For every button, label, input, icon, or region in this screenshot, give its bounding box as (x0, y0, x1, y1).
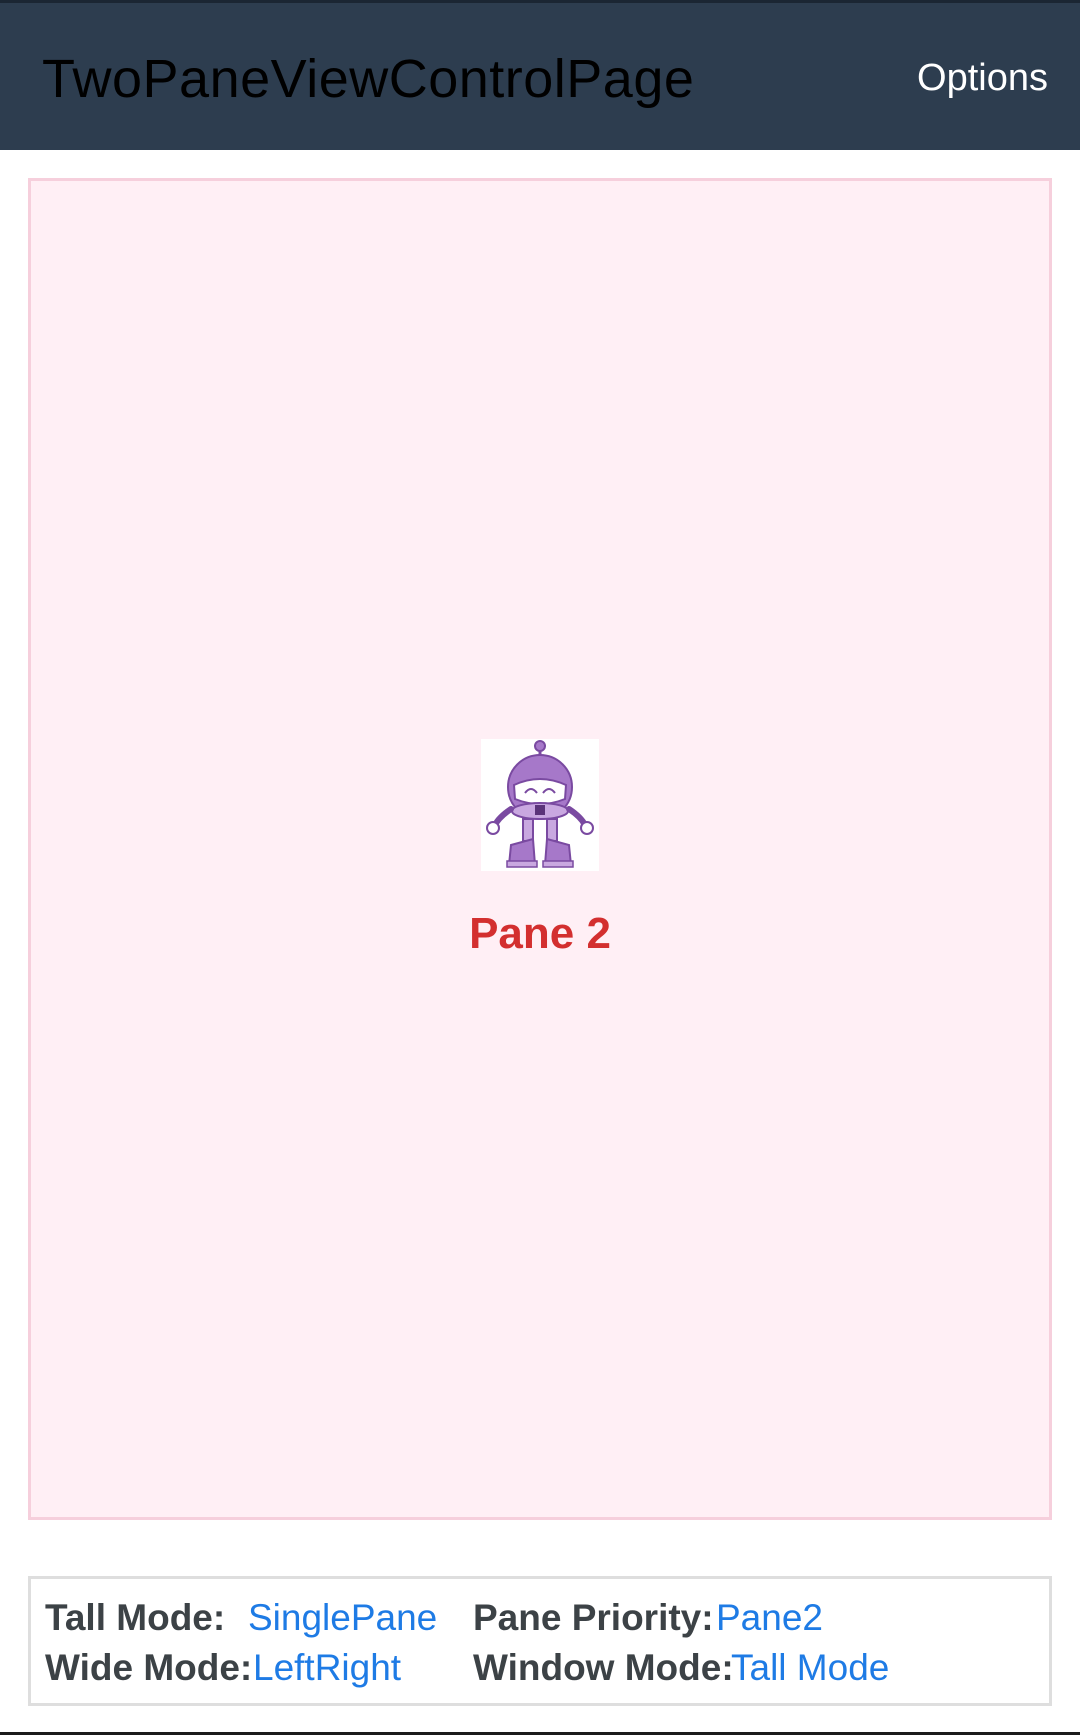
pane-content: Pane 2 (31, 739, 1049, 960)
window-mode-value[interactable]: Tall Mode (731, 1643, 889, 1693)
dotnet-bot-icon (481, 739, 599, 871)
page-title: TwoPaneViewControlPage (42, 49, 695, 109)
options-button[interactable]: Options (917, 53, 1048, 103)
wide-mode-value[interactable]: LeftRight (253, 1643, 401, 1693)
app-bar: TwoPaneViewControlPage Options (0, 0, 1080, 150)
window-mode-label: Window Mode: (473, 1647, 734, 1688)
pane-2: Pane 2 (28, 178, 1052, 1520)
pane-priority-value[interactable]: Pane2 (716, 1593, 823, 1643)
tall-mode-value[interactable]: SinglePane (248, 1593, 437, 1643)
pane-title: Pane 2 (469, 909, 611, 958)
pane-priority-label: Pane Priority: (473, 1597, 714, 1638)
settings-info-box: Tall Mode: SinglePane Pane Priority: Pan… (28, 1576, 1052, 1706)
wide-mode-label: Wide Mode: (45, 1647, 253, 1688)
tall-mode-label: Tall Mode: (45, 1597, 226, 1638)
info-row-2: Wide Mode: LeftRight Window Mode: Tall M… (45, 1643, 1035, 1693)
info-row-1: Tall Mode: SinglePane Pane Priority: Pan… (45, 1593, 1035, 1643)
